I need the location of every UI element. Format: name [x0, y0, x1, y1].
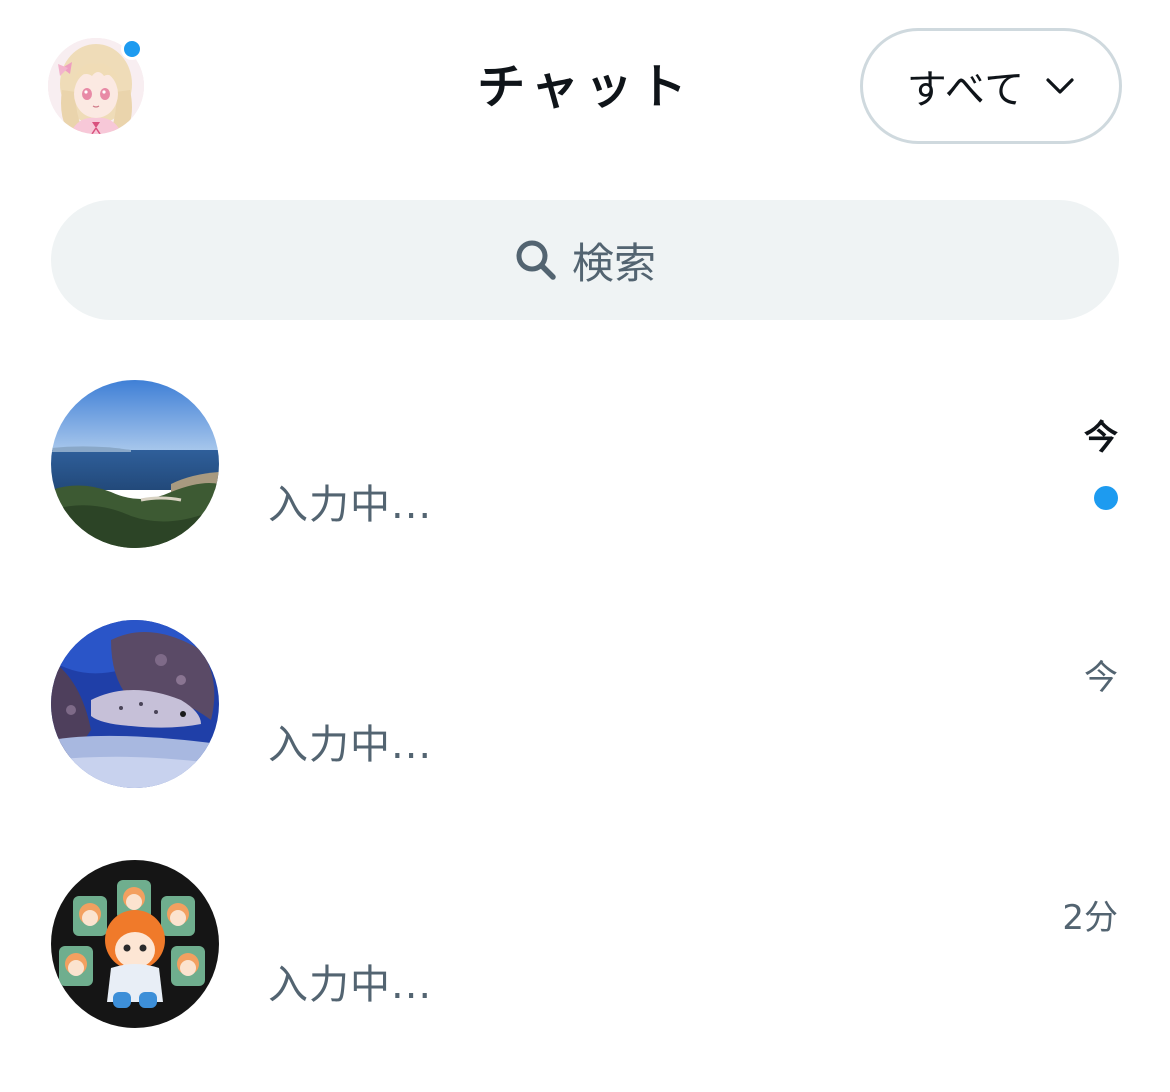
conversation-avatar[interactable] — [51, 620, 219, 788]
filter-dropdown-button[interactable]: すべて — [860, 28, 1122, 144]
conversation-item[interactable]: 入力中... 今 — [0, 612, 1170, 852]
search-placeholder: 検索 — [571, 238, 656, 288]
search-input[interactable]: 検索 — [51, 200, 1119, 320]
timestamp: 今 — [1084, 658, 1118, 698]
conversation-item[interactable]: 入力中... 2分 — [0, 852, 1170, 1092]
moray-eel-aquarium-avatar-image — [51, 620, 219, 788]
plush-dolls-avatar-image — [51, 860, 219, 1028]
coastal-landscape-avatar-image — [51, 380, 219, 548]
unread-indicator — [1094, 486, 1118, 510]
filter-label: すべて — [906, 67, 1026, 113]
conversation-item[interactable]: 入力中... 今 — [0, 372, 1170, 612]
conversation-avatar[interactable] — [51, 860, 219, 1028]
timestamp: 2分 — [1062, 898, 1118, 938]
message-preview: 入力中... — [268, 722, 433, 768]
notification-dot — [121, 38, 143, 60]
message-preview: 入力中... — [268, 482, 433, 528]
page-title: チャット — [477, 59, 693, 115]
timestamp: 今 — [1084, 418, 1118, 458]
message-preview: 入力中... — [268, 962, 433, 1008]
chat-header: チャット すべて — [0, 0, 1170, 180]
search-icon — [516, 240, 556, 280]
chevron-down-icon — [1046, 78, 1074, 94]
conversation-avatar[interactable] — [51, 380, 219, 548]
